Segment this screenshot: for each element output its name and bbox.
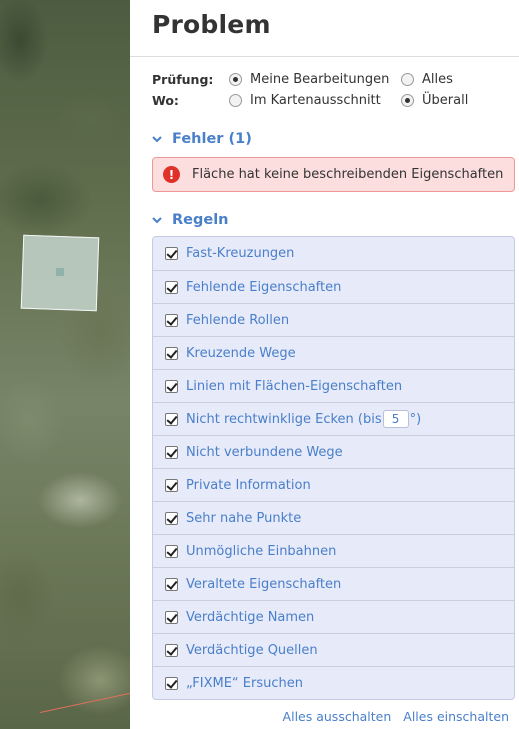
- rule-item[interactable]: Nicht verbundene Wege: [153, 435, 514, 468]
- rules-footer: Alles ausschalten Alles einschalten: [130, 709, 519, 724]
- checkbox[interactable]: [165, 412, 178, 426]
- error-message: Fläche hat keine beschreibenden Eigensch…: [192, 167, 504, 182]
- checkbox[interactable]: [165, 610, 178, 624]
- radio-label: Überall: [422, 93, 469, 108]
- radio-visible-area[interactable]: Im Kartenausschnitt: [229, 93, 401, 108]
- radio-indicator[interactable]: [401, 73, 414, 86]
- rule-label: Nicht verbundene Wege: [186, 444, 343, 460]
- map-vertex[interactable]: [56, 268, 64, 276]
- where-option-row: Wo: Im Kartenausschnitt Überall: [152, 90, 519, 111]
- rule-label: Private Information: [186, 477, 311, 493]
- checkbox[interactable]: [165, 445, 178, 459]
- checkbox[interactable]: [165, 511, 178, 525]
- checkbox[interactable]: [165, 478, 178, 492]
- rule-label: Verdächtige Namen: [186, 609, 315, 625]
- rule-item[interactable]: Private Information: [153, 468, 514, 501]
- checkbox[interactable]: [165, 247, 178, 260]
- rule-item[interactable]: Fehlende Rollen: [153, 303, 514, 336]
- checkbox[interactable]: [165, 577, 178, 591]
- errors-section-toggle[interactable]: Fehler (1): [152, 131, 519, 147]
- issue-options: Prüfung: Meine Bearbeitungen Alles Wo: I…: [130, 57, 519, 111]
- chevron-down-icon: [152, 217, 162, 224]
- where-option-label: Wo:: [152, 93, 179, 108]
- rules-list: Fast-Kreuzungen Fehlende Eigenschaften F…: [152, 236, 515, 700]
- chevron-down-icon: [152, 136, 162, 143]
- radio-indicator[interactable]: [229, 73, 242, 86]
- radio-everything[interactable]: Alles: [401, 72, 453, 87]
- rule-label: Fehlende Eigenschaften: [186, 279, 342, 295]
- checkbox[interactable]: [165, 346, 178, 360]
- map-view[interactable]: [0, 0, 130, 729]
- radio-label: Im Kartenausschnitt: [250, 93, 381, 108]
- error-icon: !: [163, 166, 180, 183]
- radio-indicator[interactable]: [401, 94, 414, 107]
- rule-label: Fehlende Rollen: [186, 312, 290, 328]
- rule-label: Verdächtige Quellen: [186, 642, 318, 658]
- rule-item[interactable]: Verdächtige Quellen: [153, 633, 514, 666]
- error-item[interactable]: ! Fläche hat keine beschreibenden Eigens…: [152, 157, 515, 192]
- rule-item[interactable]: „FIXME“ Ersuchen: [153, 666, 514, 699]
- issues-panel: Problem Prüfung: Meine Bearbeitungen All…: [130, 0, 519, 729]
- rule-label: Linien mit Flächen-Eigenschaften: [186, 378, 403, 394]
- angle-threshold-input[interactable]: 5: [382, 410, 409, 428]
- checkbox[interactable]: [165, 544, 178, 558]
- radio-indicator[interactable]: [229, 94, 242, 107]
- checkbox[interactable]: [165, 280, 178, 294]
- rules-heading: Regeln: [172, 212, 229, 228]
- rule-label: Nicht rechtwinklige Ecken (bis: [186, 411, 382, 427]
- rule-label: Kreuzende Wege: [186, 345, 296, 361]
- rule-item[interactable]: Linien mit Flächen-Eigenschaften: [153, 369, 514, 402]
- radio-label: Meine Bearbeitungen: [250, 72, 390, 87]
- rule-item[interactable]: Verdächtige Namen: [153, 600, 514, 633]
- rule-label: Sehr nahe Punkte: [186, 510, 302, 526]
- rule-label: Unmögliche Einbahnen: [186, 543, 337, 559]
- rule-label-suffix: °): [409, 411, 422, 427]
- rule-item[interactable]: Sehr nahe Punkte: [153, 501, 514, 534]
- rule-item[interactable]: Fehlende Eigenschaften: [153, 270, 514, 303]
- radio-everywhere[interactable]: Überall: [401, 93, 468, 108]
- panel-header: Problem: [130, 0, 519, 57]
- rules-section-toggle[interactable]: Regeln: [152, 212, 519, 228]
- rule-item[interactable]: Fast-Kreuzungen: [153, 237, 514, 270]
- map-line-feature[interactable]: [39, 687, 130, 713]
- checkbox[interactable]: [165, 676, 178, 690]
- checkbox[interactable]: [165, 379, 178, 393]
- rule-item[interactable]: Unmögliche Einbahnen: [153, 534, 514, 567]
- enable-all-link[interactable]: Alles einschalten: [403, 709, 509, 724]
- rule-item[interactable]: Nicht rechtwinklige Ecken (bis 5 °): [153, 402, 514, 435]
- check-option-label: Prüfung:: [152, 72, 214, 87]
- rule-label: Fast-Kreuzungen: [186, 246, 295, 261]
- rule-label: „FIXME“ Ersuchen: [186, 675, 303, 691]
- checkbox[interactable]: [165, 313, 178, 327]
- panel-title: Problem: [152, 10, 271, 39]
- rule-item[interactable]: Kreuzende Wege: [153, 336, 514, 369]
- disable-all-link[interactable]: Alles ausschalten: [283, 709, 392, 724]
- rule-item[interactable]: Veraltete Eigenschaften: [153, 567, 514, 600]
- radio-label: Alles: [422, 72, 453, 87]
- radio-my-edits[interactable]: Meine Bearbeitungen: [229, 72, 401, 87]
- errors-heading: Fehler (1): [172, 131, 252, 147]
- check-option-row: Prüfung: Meine Bearbeitungen Alles: [152, 69, 519, 90]
- checkbox[interactable]: [165, 643, 178, 657]
- rule-label: Veraltete Eigenschaften: [186, 576, 342, 592]
